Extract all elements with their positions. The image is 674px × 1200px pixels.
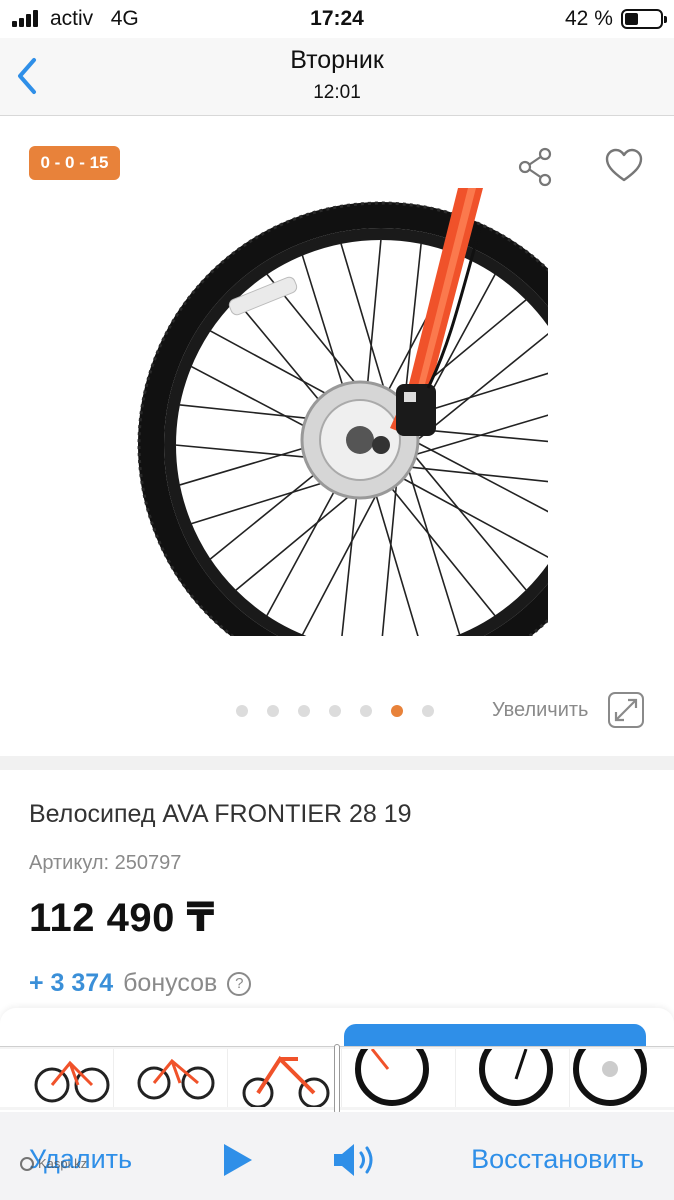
bonus-row: + 3 374 бонусов ? xyxy=(29,969,252,998)
product-title: Велосипед AVA FRONTIER 28 19 xyxy=(29,800,412,828)
product-gallery[interactable]: 0 - 0 - 15 Увеличить xyxy=(0,116,674,756)
gallery-dot[interactable] xyxy=(267,705,279,717)
gallery-pagination[interactable] xyxy=(236,705,434,717)
heart-icon xyxy=(605,148,643,182)
timeline-playhead[interactable] xyxy=(334,1044,340,1114)
nav-header: Вторник 12:01 xyxy=(0,38,674,116)
product-photo[interactable] xyxy=(128,188,548,636)
restore-button[interactable]: Восстановить xyxy=(471,1144,644,1175)
play-icon xyxy=(224,1144,252,1176)
bonus-amount: + 3 374 xyxy=(29,969,114,997)
play-button[interactable] xyxy=(220,1140,256,1180)
product-price: 112 490 ₸ xyxy=(29,896,215,940)
timeline-frame xyxy=(570,1047,674,1107)
battery-percent: 42 % xyxy=(565,7,613,30)
battery-icon xyxy=(621,9,667,29)
page-subtitle: 12:01 xyxy=(313,82,361,103)
gallery-dot[interactable] xyxy=(236,705,248,717)
timeline-frame xyxy=(342,1047,456,1107)
gallery-dot-active[interactable] xyxy=(391,705,403,717)
kaspi-logo-icon xyxy=(20,1156,34,1171)
favorite-button[interactable] xyxy=(603,146,645,186)
volume-button[interactable] xyxy=(330,1140,380,1180)
product-sku: Артикул: 250797 xyxy=(29,852,182,874)
expand-icon[interactable] xyxy=(608,692,644,728)
timeline-frame xyxy=(0,1049,114,1107)
share-button[interactable] xyxy=(515,146,557,188)
section-divider xyxy=(0,756,674,770)
watermark-text: Kaspi.kz xyxy=(38,1156,88,1171)
installment-badge: 0 - 0 - 15 xyxy=(29,146,120,180)
share-icon xyxy=(518,147,552,187)
help-icon[interactable]: ? xyxy=(227,971,252,996)
gallery-dot[interactable] xyxy=(298,705,310,717)
bottom-toolbar: Удалить Kaspi.kz Восстановить xyxy=(0,1112,674,1200)
zoom-label[interactable]: Увеличить xyxy=(492,699,588,722)
bonus-label: бонусов xyxy=(123,969,218,997)
timeline-frame xyxy=(228,1049,342,1109)
gallery-dot[interactable] xyxy=(422,705,434,717)
timeline-frame xyxy=(456,1047,570,1107)
page-title: Вторник xyxy=(290,46,384,74)
timeline-frame xyxy=(114,1049,228,1107)
watermark: Kaspi.kz xyxy=(20,1156,87,1171)
gallery-dot[interactable] xyxy=(329,705,341,717)
gallery-dot[interactable] xyxy=(360,705,372,717)
speaker-icon xyxy=(334,1144,373,1176)
status-bar: activ 4G 17:24 42 % xyxy=(0,0,674,38)
